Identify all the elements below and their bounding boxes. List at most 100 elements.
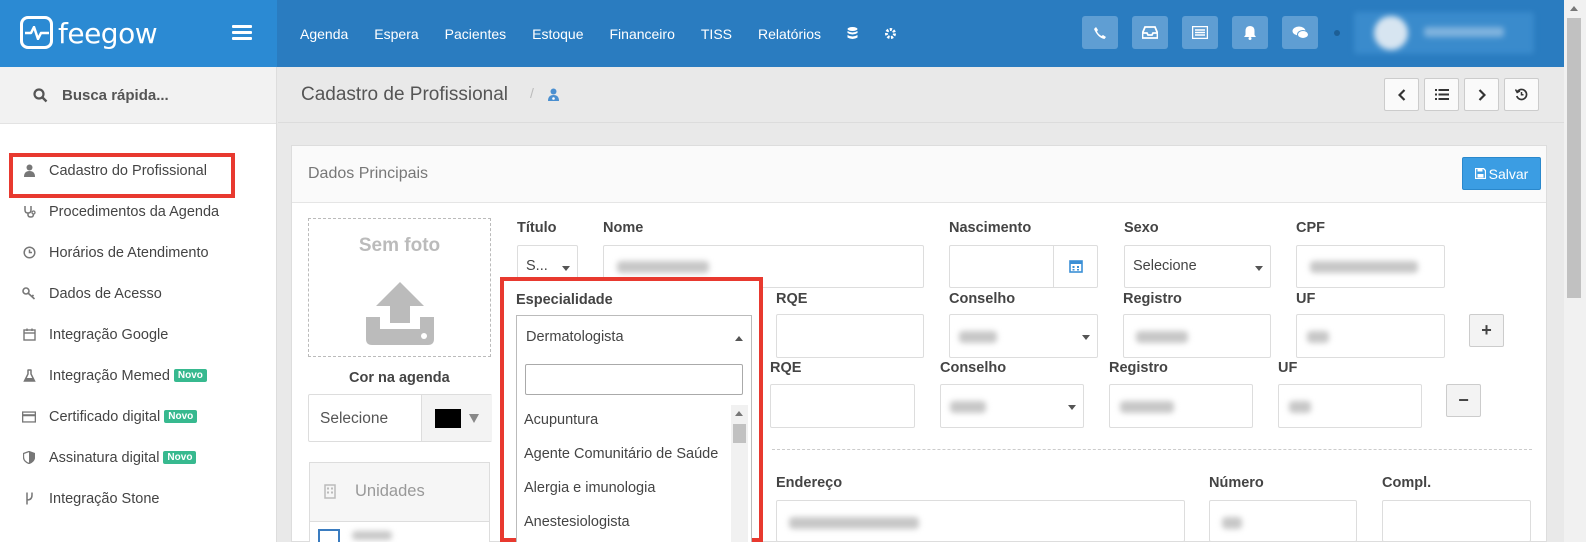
next-button[interactable] — [1464, 78, 1499, 111]
key-icon — [22, 287, 36, 301]
remove-especialidade-button[interactable]: − — [1446, 384, 1481, 417]
sidebar-item-acesso[interactable]: Dados de Acesso — [0, 273, 276, 314]
conselho-select-2[interactable] — [940, 384, 1084, 428]
top-bar: feegow Agenda Espera Pacientes Estoque F… — [0, 0, 1586, 67]
main-nav: Agenda Espera Pacientes Estoque Financei… — [300, 0, 923, 67]
conselho-select[interactable] — [949, 314, 1098, 358]
sidebar-item-memed[interactable]: Integração Memed Novo — [0, 355, 276, 396]
database-icon[interactable] — [847, 27, 858, 40]
bell-icon[interactable] — [1232, 16, 1268, 49]
phone-icon[interactable] — [1082, 16, 1118, 49]
especialidade-value: Dermatologista — [526, 329, 624, 345]
uf-label: UF — [1296, 291, 1316, 307]
sidebar-list: Cadastro do Profissional Procedimentos d… — [0, 150, 276, 519]
history-icon — [1515, 88, 1528, 101]
color-picker[interactable] — [421, 395, 492, 441]
uf-input[interactable] — [1296, 314, 1445, 358]
sexo-label: Sexo — [1124, 220, 1159, 236]
sidebar-item-label: Procedimentos da Agenda — [49, 203, 220, 220]
calendar-icon — [1069, 260, 1083, 273]
dropdown-option[interactable]: Anestesiologista — [524, 514, 630, 530]
nascimento-input[interactable] — [949, 245, 1098, 288]
cpf-input[interactable] — [1296, 245, 1445, 288]
menu-toggle-icon[interactable] — [232, 25, 252, 40]
unidades-panel[interactable]: Unidades — [309, 462, 490, 542]
sidebar-item-label: Integração Memed — [49, 367, 170, 384]
dropdown-option[interactable]: Acupuntura — [524, 412, 598, 428]
conselho-value-blurred — [950, 401, 986, 413]
datepicker-button[interactable] — [1053, 246, 1098, 287]
tasks-icon[interactable] — [1182, 16, 1218, 49]
caret-up-icon — [735, 336, 743, 341]
nav-agenda[interactable]: Agenda — [300, 26, 348, 42]
dropdown-option[interactable]: Agente Comunitário de Saúde — [524, 446, 718, 462]
sidebar-item-horarios[interactable]: Horários de Atendimento — [0, 232, 276, 273]
scroll-up-icon[interactable] — [735, 411, 743, 416]
unidade-row[interactable] — [310, 521, 489, 542]
registro-input[interactable] — [1123, 314, 1271, 358]
conselho-label-2: Conselho — [940, 360, 1007, 376]
page-header: Cadastro de Profissional / — [278, 67, 1564, 123]
nav-tiss[interactable]: TISS — [701, 26, 732, 42]
dropdown-search-input[interactable] — [525, 364, 743, 395]
page-title: Cadastro de Profissional — [301, 84, 508, 105]
chevron-left-icon — [1397, 88, 1405, 101]
nav-estoque[interactable]: Estoque — [532, 26, 583, 42]
nascimento-label: Nascimento — [949, 220, 1032, 236]
nav-pacientes[interactable]: Pacientes — [445, 26, 506, 42]
avatar — [1374, 16, 1408, 50]
scroll-up-icon[interactable] — [1570, 6, 1578, 11]
sidebar-item-google[interactable]: Integração Google — [0, 314, 276, 355]
brand-name[interactable]: feegow — [58, 17, 158, 50]
caret-down-icon — [469, 414, 479, 423]
chat-icon[interactable] — [1282, 16, 1318, 49]
nav-espera[interactable]: Espera — [374, 26, 418, 42]
dropdown-scrollbar[interactable] — [731, 405, 748, 542]
titulo-label: Título — [517, 220, 557, 236]
registro-value-blurred — [1136, 331, 1188, 343]
uf-value-blurred — [1307, 331, 1329, 343]
clock-icon — [22, 246, 36, 260]
inbox-icon[interactable] — [1132, 16, 1168, 49]
nome-label: Nome — [603, 220, 644, 236]
endereco-label: Endereço — [776, 475, 843, 491]
history-button[interactable] — [1504, 78, 1539, 111]
checkbox[interactable] — [318, 529, 340, 542]
photo-upload[interactable]: Sem foto — [308, 218, 491, 357]
sidebar-item-certificado[interactable]: Certificado digital Novo — [0, 396, 276, 437]
uf-input-2[interactable] — [1278, 384, 1422, 428]
stethoscope-icon — [22, 205, 36, 219]
page-scrollbar[interactable] — [1564, 0, 1586, 542]
sexo-select[interactable]: Selecione — [1124, 245, 1271, 288]
previous-button[interactable] — [1384, 78, 1419, 111]
cpf-label: CPF — [1296, 220, 1325, 236]
scroll-thumb[interactable] — [733, 424, 746, 443]
search-icon — [33, 87, 48, 102]
compl-input[interactable] — [1382, 500, 1531, 542]
rqe-input-2[interactable] — [770, 384, 915, 428]
endereco-input[interactable] — [776, 500, 1185, 542]
cor-agenda-select[interactable]: Selecione — [308, 394, 492, 442]
nav-relatorios[interactable]: Relatórios — [758, 26, 821, 42]
gear-icon[interactable] — [884, 27, 897, 40]
rqe-input[interactable] — [776, 314, 924, 358]
scroll-thumb[interactable] — [1567, 18, 1581, 298]
uf-value-blurred — [1289, 401, 1311, 413]
registro-input-2[interactable] — [1109, 384, 1253, 428]
sidebar-item-label: Certificado digital — [49, 408, 161, 425]
floppy-icon — [1474, 168, 1486, 179]
numero-input[interactable] — [1209, 500, 1357, 542]
save-button[interactable]: Salvar — [1462, 157, 1541, 190]
dropdown-option[interactable]: Alergia e imunologia — [524, 480, 655, 496]
add-especialidade-button[interactable]: + — [1469, 314, 1504, 347]
sidebar: Busca rápida... Cadastro do Profissional… — [0, 67, 277, 542]
list-button[interactable] — [1424, 78, 1459, 111]
sidebar-item-assinatura[interactable]: Assinatura digital Novo — [0, 437, 276, 478]
especialidade-select[interactable]: Dermatologista — [516, 315, 752, 359]
nav-financeiro[interactable]: Financeiro — [610, 26, 675, 42]
quick-search[interactable]: Busca rápida... — [0, 67, 276, 124]
sidebar-item-stone[interactable]: Integração Stone — [0, 478, 276, 519]
registro-label: Registro — [1123, 291, 1182, 307]
user-menu[interactable] — [1354, 12, 1534, 54]
especialidade-dropdown: Especialidade Dermatologista — [500, 277, 763, 542]
